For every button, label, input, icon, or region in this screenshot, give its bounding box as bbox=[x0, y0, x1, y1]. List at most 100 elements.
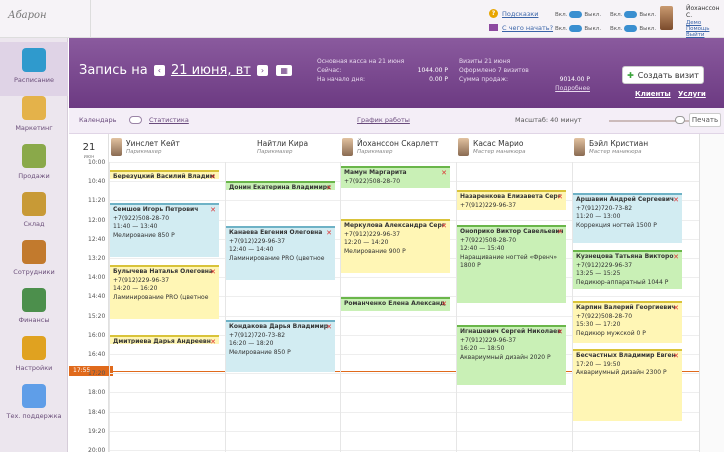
sidebar-item-label: Тех. поддержка bbox=[6, 412, 62, 420]
toggle-2-switch[interactable] bbox=[569, 25, 583, 32]
user-avatar[interactable] bbox=[660, 6, 673, 30]
close-icon[interactable]: ✕ bbox=[673, 253, 679, 262]
staff-header[interactable]: Найтли Кира Парикмахер bbox=[227, 138, 340, 160]
appointment-card[interactable]: Дмитриева Дарья Андреевн ✕ bbox=[110, 335, 219, 344]
toggle-2[interactable]: Вкл. Выкл. bbox=[555, 25, 601, 32]
close-icon[interactable]: ✕ bbox=[673, 352, 679, 361]
appointment-card[interactable]: Бесчастных Владимир Евген ✕ 17:20 — 19:50 А… bbox=[573, 349, 682, 421]
toggle-4[interactable]: Вкл. Выкл. bbox=[610, 25, 656, 32]
sidebar-item-label: Сотрудники bbox=[13, 268, 55, 276]
sidebar-item-1[interactable]: Маркетинг bbox=[0, 90, 68, 144]
appointment-card[interactable]: Карпин Валерий Георгиевич ✕ +7(922)508-28-… bbox=[573, 301, 682, 343]
close-icon[interactable]: ✕ bbox=[326, 323, 332, 332]
appointment-card[interactable]: Аршавин Андрей Сергеевич ✕ +7(912)720-73-8… bbox=[573, 193, 682, 243]
appointment-card[interactable]: Назаренкова Елизавета Серг ✕ +7(912)229-96… bbox=[457, 190, 566, 210]
staff-role: Мастер маникюра bbox=[473, 149, 526, 155]
close-icon[interactable]: ✕ bbox=[326, 184, 332, 190]
clients-link[interactable]: Клиенты bbox=[635, 90, 671, 98]
close-icon[interactable]: ✕ bbox=[673, 304, 679, 313]
appointment-card[interactable]: Романченко Елена Александ ✕ bbox=[341, 297, 450, 311]
time-label: 12:40 bbox=[88, 235, 106, 243]
client-name: Березуцкий Василий Владим bbox=[113, 173, 215, 179]
sidebar-item-0[interactable]: Расписание bbox=[0, 42, 68, 96]
create-visit-label: Создать визит bbox=[637, 71, 699, 80]
appointment-card[interactable]: Мамун Маргарита ✕ +7(922)508-28-70 bbox=[341, 166, 450, 188]
close-icon[interactable]: ✕ bbox=[441, 169, 447, 178]
close-icon[interactable]: ✕ bbox=[441, 222, 447, 231]
client-phone: +7(912)229-96-37 bbox=[344, 230, 401, 238]
logo[interactable]: Абарон bbox=[8, 10, 86, 26]
calendar-scrollbar[interactable] bbox=[699, 134, 724, 452]
appt-service: Мелирование 850 Р bbox=[113, 231, 175, 239]
appointment-card[interactable]: Кузнецова Татьяна Викторо ✕ +7(912)229-96-… bbox=[573, 250, 682, 289]
visits-sum-label: Сумма продаж: bbox=[459, 76, 509, 83]
client-phone: +7(912)229-96-37 bbox=[229, 237, 286, 245]
close-icon[interactable]: ✕ bbox=[210, 268, 216, 277]
staff-header[interactable]: Уинслет Кейт Парикмахер bbox=[111, 138, 224, 160]
toggle-1[interactable]: Вкл. Выкл. bbox=[555, 11, 601, 18]
close-icon[interactable]: ✕ bbox=[557, 228, 563, 237]
toggle-3[interactable]: Вкл. Выкл. bbox=[610, 11, 656, 18]
view-toggle[interactable] bbox=[129, 116, 142, 124]
client-phone: +7(922)508-28-70 bbox=[460, 236, 517, 244]
toggle-1-switch[interactable] bbox=[569, 11, 583, 18]
staff-header[interactable]: Йоханссон Скарлетт Парикмахер bbox=[342, 138, 455, 160]
appt-service: Мелирование 850 Р bbox=[229, 348, 291, 356]
appointment-card[interactable]: Булычева Наталья Олеговна ✕ +7(912)229-96-… bbox=[110, 265, 219, 319]
logo-divider bbox=[90, 0, 91, 38]
schedule-link[interactable]: График работы bbox=[357, 116, 410, 124]
appointment-card[interactable]: Игнашевич Сергей Николаев ✕ +7(912)229-96-… bbox=[457, 325, 566, 385]
appointment-card[interactable]: Канаева Евгения Олеговна ✕ +7(912)229-96-3… bbox=[226, 226, 335, 280]
close-icon[interactable]: ✕ bbox=[441, 300, 447, 309]
scale-slider-handle[interactable] bbox=[675, 116, 685, 124]
appt-time: 12:40 — 15:40 bbox=[460, 245, 505, 252]
close-icon[interactable]: ✕ bbox=[210, 338, 216, 344]
create-visit-button[interactable]: ✚ Создать визит bbox=[622, 66, 704, 84]
visits-summary: Визиты 21 июня Оформлено 7 визитов Сумма… bbox=[459, 58, 594, 104]
appointment-card[interactable]: Кондакова Дарья Владимир ✕ +7(912)720-73-8… bbox=[226, 320, 335, 372]
staff-name: Найтли Кира bbox=[257, 139, 309, 148]
toggle-4-switch[interactable] bbox=[624, 25, 638, 32]
appointment-card[interactable]: Донин Екатерина Владимирс ✕ bbox=[226, 181, 335, 190]
visits-more-link[interactable]: Подробнее bbox=[459, 85, 594, 94]
next-day-button[interactable]: › bbox=[256, 65, 268, 76]
close-icon[interactable]: ✕ bbox=[557, 193, 563, 202]
close-icon[interactable]: ✕ bbox=[326, 229, 332, 238]
client-phone: +7(912)720-73-82 bbox=[229, 331, 286, 339]
toggle-4-on: Вкл. bbox=[610, 26, 623, 32]
appointment-card[interactable]: Семшов Игорь Петрович ✕ +7(922)508-28-70 11… bbox=[110, 203, 219, 257]
sidebar-item-7[interactable]: Тех. поддержка bbox=[0, 378, 68, 432]
appointment-card[interactable]: Меркулова Александра Серг ✕ +7(912)229-96-… bbox=[341, 219, 450, 273]
staff-header[interactable]: Касас Марио Мастер маникюра bbox=[458, 138, 571, 160]
visits-sum-row: Сумма продаж: 9014.00 Р bbox=[459, 76, 594, 85]
prev-day-button[interactable]: ‹ bbox=[153, 65, 165, 76]
start-link[interactable]: С чего начать? bbox=[502, 24, 553, 32]
close-icon[interactable]: ✕ bbox=[210, 206, 216, 215]
staff-header[interactable]: Бэйл Кристиан Мастер маникюра bbox=[574, 138, 687, 160]
sidebar-item-4[interactable]: Сотрудники bbox=[0, 234, 68, 288]
calendar-icon[interactable]: ▦ bbox=[276, 65, 293, 76]
sidebar-item-2[interactable]: Продажи bbox=[0, 138, 68, 192]
sidebar-item-6[interactable]: Настройки bbox=[0, 330, 68, 384]
appt-time: 12:20 — 14:20 bbox=[344, 239, 389, 246]
close-icon[interactable]: ✕ bbox=[210, 173, 216, 179]
sidebar-item-3[interactable]: Склад bbox=[0, 186, 68, 240]
sidebar-item-5[interactable]: Финансы bbox=[0, 282, 68, 336]
toggle-3-switch[interactable] bbox=[624, 11, 638, 18]
appointment-card[interactable]: Оноприко Виктор Савельевич ✕ +7(922)508-28… bbox=[457, 225, 566, 303]
appointment-card[interactable]: Березуцкий Василий Владим ✕ bbox=[110, 170, 219, 179]
help-link[interactable]: Подсказки bbox=[502, 10, 538, 18]
appt-service: Ламинирование PRO (цветное bbox=[113, 293, 209, 301]
hour-line bbox=[109, 430, 699, 432]
print-button[interactable]: Печать bbox=[689, 113, 721, 127]
user-block: Йоханссон С. Демо Помощь Выйти bbox=[686, 5, 724, 38]
client-name: Оноприко Виктор Савельевич bbox=[460, 228, 563, 235]
services-link[interactable]: Услуги bbox=[678, 90, 706, 98]
tab-stats[interactable]: Статистика bbox=[149, 116, 189, 124]
tab-calendar[interactable]: Календарь bbox=[79, 116, 116, 124]
close-icon[interactable]: ✕ bbox=[557, 328, 563, 337]
appt-time: 12:40 — 14:40 bbox=[229, 246, 274, 253]
visits-done[interactable]: Оформлено 7 визитов bbox=[459, 67, 594, 76]
close-icon[interactable]: ✕ bbox=[673, 196, 679, 205]
date-picker[interactable]: 21 июня, вт bbox=[171, 63, 251, 78]
